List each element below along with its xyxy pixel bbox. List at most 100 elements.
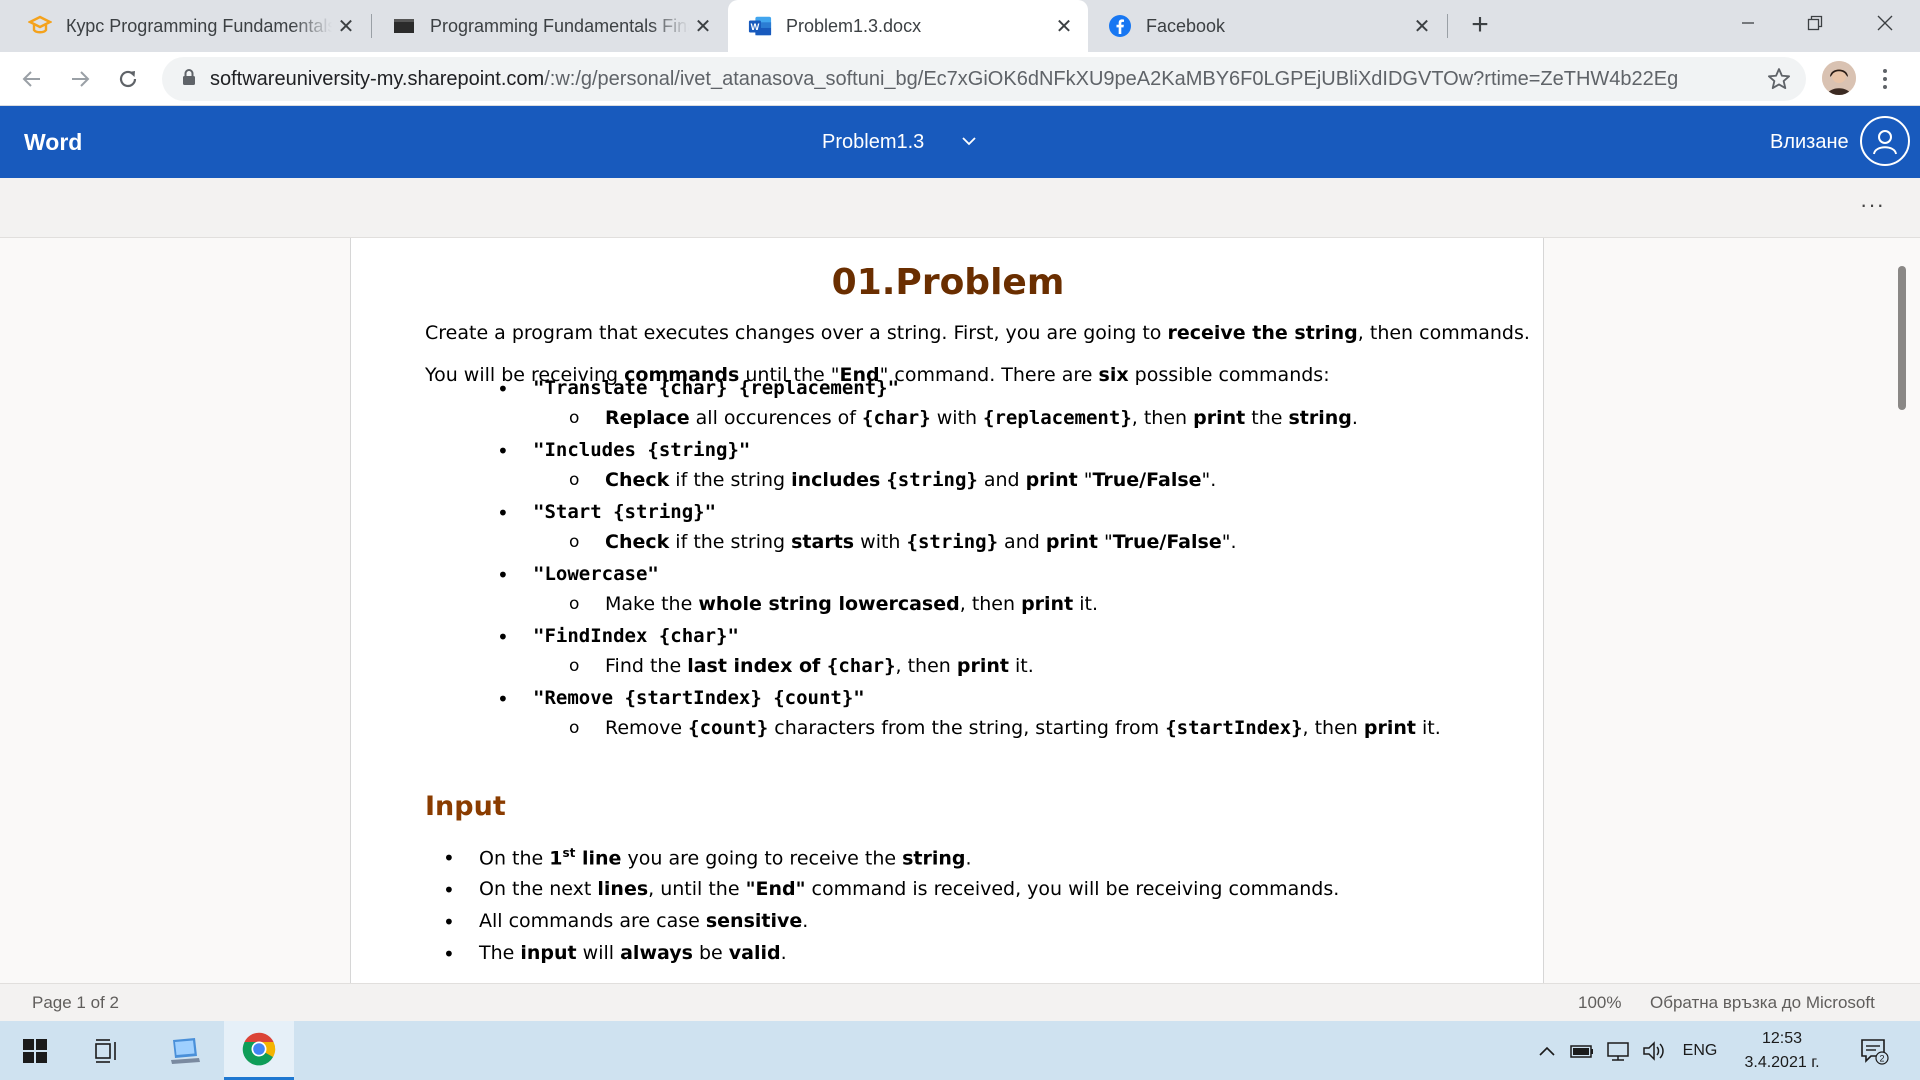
network-icon[interactable] <box>1602 1021 1634 1080</box>
text-run: if the string <box>669 531 792 553</box>
close-tab-icon[interactable]: ✕ <box>689 14 717 39</box>
code-token: {string} <box>886 469 978 491</box>
command-description: o Make the whole string lowercased, then … <box>569 593 1098 615</box>
word-app-name[interactable]: Word <box>24 106 82 178</box>
taskbar-clock[interactable]: 12:53 3.4.2021 г. <box>1734 1027 1830 1075</box>
text-run: Create a program that executes changes o… <box>425 322 1168 344</box>
word-status-bar: Page 1 of 2 100% Обратна връзка до Micro… <box>0 983 1920 1021</box>
close-tab-icon[interactable]: ✕ <box>332 14 360 39</box>
more-options-icon[interactable]: ··· <box>1860 192 1885 218</box>
remote-desktop-icon[interactable] <box>150 1021 220 1080</box>
tab-facebook[interactable]: Facebook ✕ <box>1088 0 1446 52</box>
windows-start-icon[interactable] <box>0 1021 70 1080</box>
sub-bullet-marker: o <box>569 656 580 676</box>
url-text: softwareuniversity-my.sharepoint.com/:w:… <box>210 68 1806 91</box>
bookmark-star-icon[interactable] <box>1766 66 1792 97</box>
text-run: if the string <box>669 469 792 491</box>
command-syntax: "Translate {char} {replacement}" <box>533 377 900 399</box>
close-window-button[interactable] <box>1852 0 1918 46</box>
text-run-bold: includes <box>791 469 881 491</box>
command-item: • "Start {string}" <box>497 501 717 525</box>
text-run-bold: whole string lowercased <box>698 593 960 615</box>
minimize-button[interactable] <box>1715 0 1781 46</box>
chrome-taskbar-icon[interactable] <box>224 1021 294 1080</box>
text-run-bold: Replace <box>605 407 690 429</box>
text-run: the <box>1245 407 1289 429</box>
text-run: Remove <box>605 717 689 739</box>
browser-tab-strip: Курс Programming Fundamentals ✕ Programm… <box>0 0 1920 52</box>
document-canvas: 01.Problem Create a program that execute… <box>0 238 1920 983</box>
text-run: , then <box>1131 407 1194 429</box>
command-description: o Replace all occurences of {char} with {… <box>569 407 1358 429</box>
text-run-bold: Check <box>605 469 670 491</box>
close-tab-icon[interactable]: ✕ <box>1050 14 1078 39</box>
text-run-bold: 1 <box>549 847 563 870</box>
text-run-bold: six <box>1098 364 1129 386</box>
browser-menu-icon[interactable] <box>1870 64 1900 94</box>
sub-bullet-marker: o <box>569 470 580 490</box>
volume-icon[interactable] <box>1638 1021 1670 1080</box>
bullet-marker: • <box>497 377 509 401</box>
close-tab-icon[interactable]: ✕ <box>1408 14 1436 39</box>
back-button[interactable] <box>14 61 50 97</box>
tab-final-exam[interactable]: Programming Fundamentals Final ✕ <box>372 0 727 52</box>
bullet-marker: • <box>497 687 509 711</box>
superscript: st <box>562 846 576 860</box>
command-syntax: "Start {string}" <box>533 501 717 523</box>
notifications-icon[interactable]: 2 <box>1852 1021 1896 1080</box>
code-token: {startIndex} <box>1165 717 1303 739</box>
command-item: • "Includes {string}" <box>497 439 750 463</box>
facebook-icon <box>1108 14 1132 38</box>
text-run: with <box>930 407 984 429</box>
command-syntax: "Lowercase" <box>533 563 659 585</box>
input-rule: • On the next lines, until the "End" comm… <box>443 878 1340 902</box>
chevron-down-icon[interactable] <box>960 132 978 155</box>
command-item: • "Remove {startIndex} {count}" <box>497 687 865 711</box>
restore-button[interactable] <box>1782 0 1848 46</box>
command-description: o Check if the string starts with {string… <box>569 531 1237 553</box>
forward-button[interactable] <box>62 61 98 97</box>
tab-title: Problem1.3.docx <box>786 15 922 36</box>
page-count: Page 1 of 2 <box>32 993 119 1012</box>
chevron-up-icon[interactable] <box>1532 1021 1562 1080</box>
text-run-bold: Check <box>605 531 670 553</box>
url-host: softwareuniversity-my.sharepoint.com <box>210 67 545 90</box>
text-run-bold: sensitive <box>705 910 803 932</box>
text-run-bold: string <box>1288 407 1352 429</box>
text-run-bold: print <box>1021 593 1074 615</box>
document-name[interactable]: Problem1.3 <box>822 106 924 178</box>
sub-bullet-marker: o <box>569 532 580 552</box>
new-tab-button[interactable]: + <box>1462 10 1498 42</box>
softuni-icon <box>28 14 52 38</box>
text-run: it. <box>1415 717 1441 739</box>
code-token: {count} <box>688 717 769 739</box>
feedback-link[interactable]: Обратна връзка до Microsoft <box>1650 984 1875 1022</box>
sign-in-link[interactable]: Влизане <box>1770 106 1849 178</box>
text-run-bold: input <box>520 942 577 964</box>
tab-title: Facebook <box>1146 15 1226 36</box>
document-page[interactable]: 01.Problem Create a program that execute… <box>350 238 1544 983</box>
vertical-scrollbar[interactable] <box>1898 266 1906 966</box>
tab-softuni-course[interactable]: Курс Programming Fundamentals ✕ <box>8 0 370 52</box>
text-run-bold: starts <box>791 531 855 553</box>
tab-problem-doc[interactable]: W Problem1.3.docx ✕ <box>728 0 1088 52</box>
user-account-icon[interactable] <box>1860 116 1910 166</box>
text-run: command is received, you will be receivi… <box>805 878 1340 900</box>
tab-title: Programming Fundamentals Final <box>430 15 689 36</box>
address-bar[interactable]: softwareuniversity-my.sharepoint.com/:w:… <box>162 57 1806 101</box>
command-description: o Find the last index of {char}, then pri… <box>569 655 1034 677</box>
task-view-icon[interactable] <box>72 1021 142 1080</box>
text-run-bold: lines <box>597 878 649 900</box>
scrollbar-thumb[interactable] <box>1898 266 1906 410</box>
text-run-bold: receive the string <box>1167 322 1358 344</box>
lock-icon[interactable] <box>182 68 196 91</box>
profile-avatar[interactable] <box>1822 61 1856 95</box>
reload-button[interactable] <box>110 61 146 97</box>
input-language[interactable]: ENG <box>1676 1021 1724 1080</box>
bullet-marker: • <box>497 439 509 463</box>
zoom-level[interactable]: 100% <box>1578 984 1621 1022</box>
text-run-bold: True/False <box>1092 469 1202 491</box>
battery-icon[interactable] <box>1566 1021 1598 1080</box>
text-run: ". <box>1201 469 1217 491</box>
browser-toolbar: softwareuniversity-my.sharepoint.com/:w:… <box>0 52 1920 106</box>
